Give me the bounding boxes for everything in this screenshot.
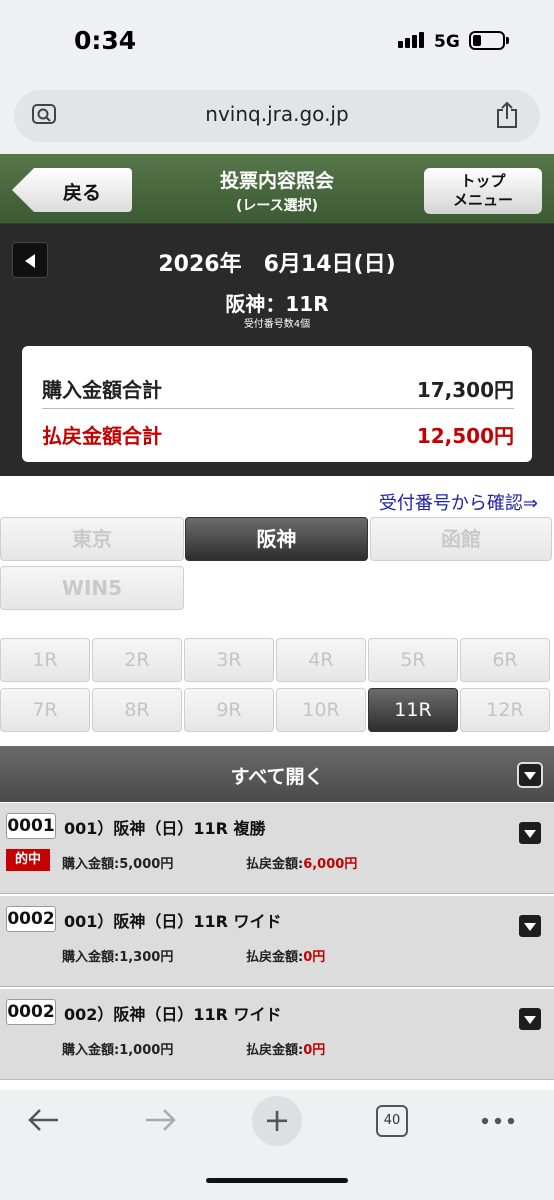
forward-arrow-icon[interactable]: [142, 1106, 178, 1134]
purchase-amount: 購入金額:1,300円: [62, 950, 174, 965]
venue-tab-tokyo[interactable]: 東京: [0, 517, 184, 561]
expand-record-button[interactable]: [517, 820, 543, 846]
top-menu-button[interactable]: トップ メニュー: [424, 168, 542, 214]
refund-total-value: 12,500円: [416, 424, 514, 448]
back-button[interactable]: 戻る: [12, 168, 132, 212]
race-tab-9r[interactable]: 9R: [184, 688, 274, 732]
battery-icon: [469, 31, 505, 50]
purchase-amount: 購入金額:5,000円: [62, 857, 174, 872]
receipt-number: 0002: [6, 999, 56, 1025]
page-title-text: 投票内容照会: [219, 170, 334, 192]
purchase-total-row: 購入金額合計 17,300円: [42, 374, 514, 403]
new-tab-icon[interactable]: +: [252, 1096, 302, 1146]
chevron-down-icon: [524, 772, 536, 780]
bet-title: 001）阪神（日）11R 複勝: [64, 819, 266, 838]
home-indicator: [206, 1178, 348, 1183]
expand-record-button[interactable]: [517, 1006, 543, 1032]
expand-all-button[interactable]: [517, 762, 543, 788]
tabs-button[interactable]: 40: [376, 1105, 408, 1137]
url-text[interactable]: nvinq.jra.go.jp: [0, 102, 554, 126]
bet-title: 002）阪神（日）11R ワイド: [64, 1005, 282, 1024]
date-bar: 2026年 6月14日(日) 阪神：11R 受付番号数4個: [0, 224, 554, 342]
venue-tab-hanshin[interactable]: 阪神: [185, 517, 368, 561]
race-name: 阪神：11R: [225, 292, 329, 316]
browser-url-bar: nvinq.jra.go.jp: [0, 82, 554, 154]
receipt-number: 0001: [6, 813, 56, 839]
back-arrow-icon[interactable]: [26, 1106, 62, 1134]
race-tab-5r[interactable]: 5R: [368, 638, 458, 682]
race-tab-12r[interactable]: 12R: [460, 688, 550, 732]
purchase-total-label: 購入金額合計: [42, 378, 162, 402]
refund-amount: 払戻金額:6,000円: [246, 857, 358, 872]
page-title: 投票内容照会 (レース選択): [150, 166, 404, 215]
totals-section: 購入金額合計 17,300円 払戻金額合計 12,500円: [0, 342, 554, 476]
open-all-label: すべて開く: [230, 766, 324, 788]
receipt-count: 受付番号数4個: [243, 319, 311, 330]
totals-box: 購入金額合計 17,300円 払戻金額合計 12,500円: [22, 346, 532, 462]
race-tab-3r[interactable]: 3R: [184, 638, 274, 682]
race-tab-4r[interactable]: 4R: [276, 638, 366, 682]
back-button-label: 戻る: [62, 182, 101, 204]
venue-tab-hakodate[interactable]: 函館: [370, 517, 552, 561]
top-menu-label-1: トップ: [460, 172, 506, 190]
bet-record[interactable]: 0002 001）阪神（日）11R ワイド 購入金額:1,300円 払戻金額:0…: [0, 895, 554, 987]
race-date: 2026年 6月14日(日): [158, 252, 396, 277]
network-type: 5G: [434, 32, 460, 52]
refund-amount: 払戻金額:0円: [246, 950, 326, 965]
race-tab-2r[interactable]: 2R: [92, 638, 182, 682]
bet-record[interactable]: 0001 001）阪神（日）11R 複勝 的中 購入金額:5,000円 払戻金額…: [0, 802, 554, 894]
top-menu-label-2: メニュー: [452, 191, 513, 209]
status-bar: 0:34 5G: [0, 0, 554, 82]
confirm-by-receipt-link[interactable]: 受付番号から確認⇒: [379, 489, 538, 515]
expand-record-button[interactable]: [517, 913, 543, 939]
browser-toolbar: + 40: [0, 1090, 554, 1200]
race-tab-1r[interactable]: 1R: [0, 638, 90, 682]
page-header: 戻る 投票内容照会 (レース選択) トップ メニュー: [0, 154, 554, 224]
purchase-amount: 購入金額:1,000円: [62, 1043, 174, 1058]
hit-badge: 的中: [6, 849, 50, 871]
page-subtitle: (レース選択): [235, 198, 319, 214]
race-tab-6r[interactable]: 6R: [460, 638, 550, 682]
receipt-number: 0002: [6, 906, 56, 932]
race-tab-7r[interactable]: 7R: [0, 688, 90, 732]
race-tab-11r[interactable]: 11R: [368, 688, 458, 732]
refund-total-label: 払戻金額合計: [42, 424, 162, 448]
clock: 0:34: [74, 26, 137, 55]
open-all-bar[interactable]: すべて開く: [0, 746, 554, 802]
divider: [42, 408, 514, 409]
share-icon[interactable]: [494, 100, 520, 130]
venue-tab-win5[interactable]: WIN5: [0, 566, 184, 610]
race-tab-10r[interactable]: 10R: [276, 688, 366, 732]
chevron-down-icon: [524, 1016, 536, 1024]
chevron-down-icon: [524, 923, 536, 931]
bet-record[interactable]: 0002 002）阪神（日）11R ワイド 購入金額:1,000円 払戻金額:0…: [0, 988, 554, 1080]
bet-title: 001）阪神（日）11R ワイド: [64, 912, 282, 931]
refund-amount: 払戻金額:0円: [246, 1043, 326, 1058]
refund-total-row: 払戻金額合計 12,500円: [42, 420, 514, 449]
race-tab-8r[interactable]: 8R: [92, 688, 182, 732]
more-menu-icon[interactable]: [480, 1116, 516, 1126]
purchase-total-value: 17,300円: [416, 378, 514, 402]
chevron-down-icon: [524, 830, 536, 838]
